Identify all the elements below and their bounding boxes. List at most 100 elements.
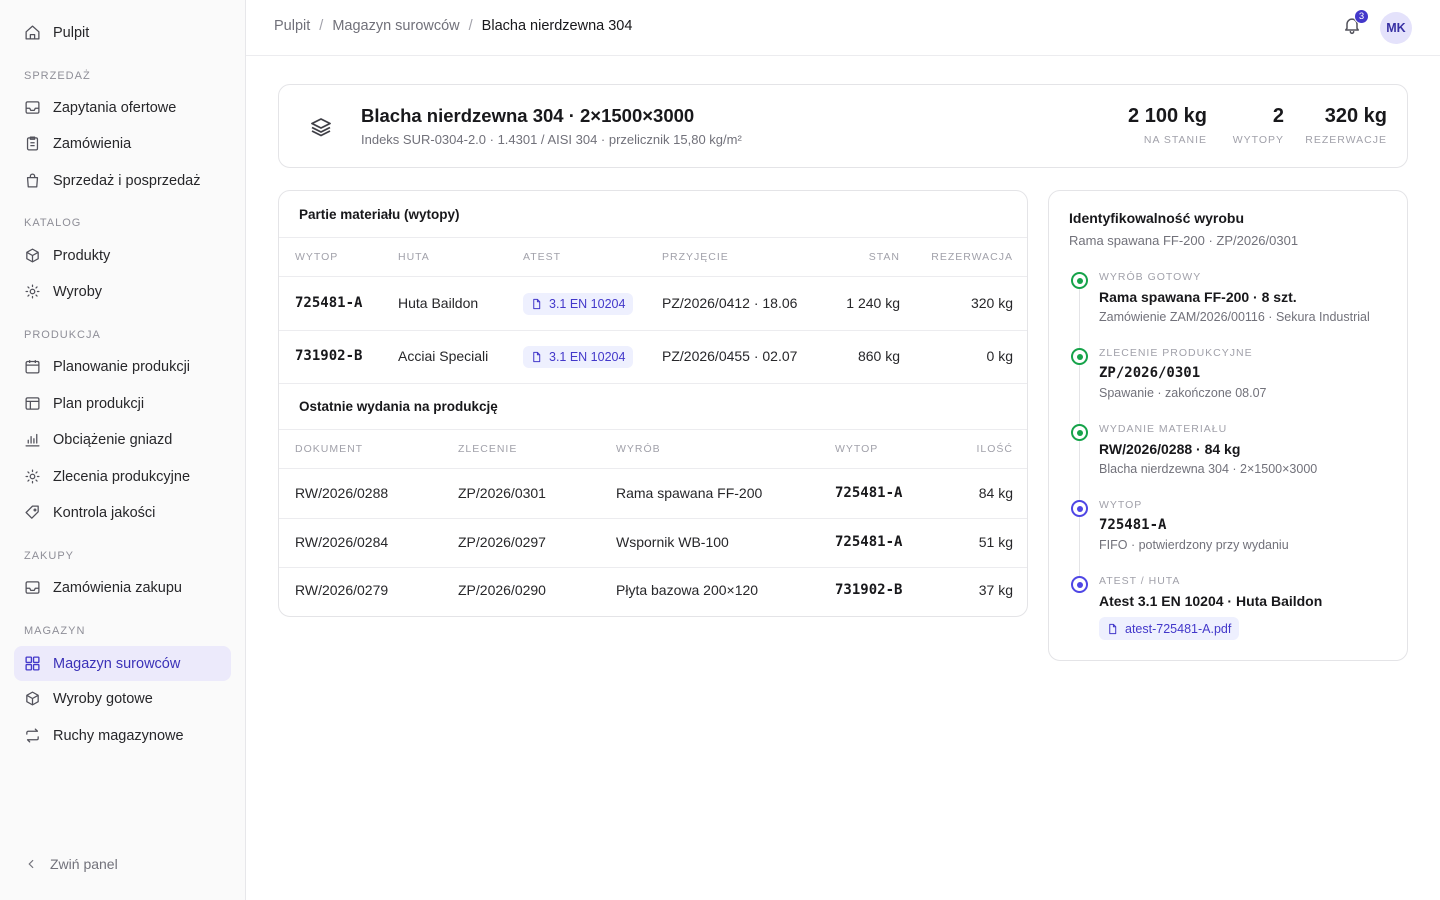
notifications-button[interactable]: 3 (1342, 9, 1369, 37)
sidebar-item-label: Wyroby (53, 283, 103, 300)
issue-qty: 51 kg (978, 534, 1013, 550)
issue-qty: 84 kg (978, 485, 1013, 501)
sidebar-item-label: Wyroby gotowe (53, 690, 153, 707)
collapse-panel-label: Zwiń panel (50, 856, 118, 872)
batches-title: Partie materiału (wytopy) (299, 207, 460, 222)
sidebar-item-orders[interactable]: Zamówienia (14, 126, 231, 161)
stock-qty: 860 kg (857, 348, 900, 364)
issues-table-header: DOKUMENT ZLECENIE WYRÓB WYTOP ILOŚĆ (279, 429, 1027, 469)
sidebar-item-products[interactable]: Produkty (14, 238, 231, 273)
timeline-dot-current (1071, 576, 1088, 593)
certificate-chip[interactable]: 3.1 EN 10204 (523, 346, 634, 368)
table-row[interactable]: RW/2026/0279 ZP/2026/0290 Płyta bazowa 2… (279, 568, 1027, 616)
table-row[interactable]: 725481-A Huta Baildon 3.1 EN 10204 PZ/20… (279, 278, 1027, 331)
timeline-step-value: Rama spawana FF-200 · 8 szt. (1099, 289, 1297, 305)
sidebar-item-purchase-orders[interactable]: Zamówienia zakupu (14, 570, 231, 605)
sidebar-section-purchase: ZAKUPY (24, 550, 75, 562)
sidebar-item-goods[interactable]: Wyroby (14, 274, 231, 309)
sidebar-item-label: Zamówienia (53, 135, 132, 152)
sidebar-item-label: Sprzedaż i posprzedaż (53, 172, 201, 189)
sidebar-item-label: Ruchy magazynowe (53, 727, 184, 744)
file-icon (531, 351, 542, 363)
column-header-document: DOKUMENT (295, 443, 364, 455)
stat-value: 320 kg (1324, 105, 1387, 127)
column-header-mill: HUTA (398, 251, 430, 263)
stat-label: REZERWACJE (1305, 134, 1387, 146)
traceability-subtitle: Rama spawana FF-200 · ZP/2026/0301 (1069, 233, 1299, 248)
collapse-panel-button[interactable]: Zwiń panel (24, 853, 118, 875)
sidebar-item-inquiries[interactable]: Zapytania ofertowe (14, 90, 231, 125)
sidebar-item-production-plan[interactable]: Plan produkcji (14, 386, 231, 421)
column-header-stock: STAN (868, 251, 900, 263)
batches-table-header: WYTOP HUTA ATEST PRZYJĘCIE STAN REZERWAC… (279, 237, 1027, 277)
sidebar-item-workcenter-load[interactable]: Obciążenie gniazd (14, 422, 231, 457)
grid-icon (24, 655, 41, 672)
breadcrumb-separator: / (319, 18, 324, 34)
timeline-step-value: 725481-A (1099, 517, 1167, 533)
sidebar-item-label: Zamówienia zakupu (53, 579, 182, 596)
certificate-file-link[interactable]: atest-725481-A.pdf (1099, 617, 1240, 640)
sidebar-item-label: Planowanie produkcji (53, 358, 191, 375)
breadcrumb-item-dashboard[interactable]: Pulpit (274, 18, 310, 34)
traceability-title: Identyfikowalność wyrobu (1069, 210, 1245, 226)
issue-qty: 37 kg (978, 582, 1013, 598)
production-order: ZP/2026/0301 (458, 485, 546, 501)
breadcrumb-item-raw-materials[interactable]: Magazyn surowców (332, 18, 459, 34)
sidebar-item-label: Pulpit (53, 24, 90, 41)
timeline-dot-done (1071, 348, 1088, 365)
sidebar-item-production-planning[interactable]: Planowanie produkcji (14, 349, 231, 384)
sidebar-section-warehouse: MAGAZYN (24, 625, 86, 637)
stat-value: 2 (1272, 105, 1284, 127)
table-row[interactable]: RW/2026/0284 ZP/2026/0297 Wspornik WB-10… (279, 519, 1027, 568)
sidebar: Pulpit SPRZEDAŻ Zapytania ofertowe Zamów… (0, 0, 246, 900)
certificate-chip[interactable]: 3.1 EN 10204 (523, 293, 634, 315)
cube-icon (24, 247, 41, 264)
timeline-step-detail: Zamówienie ZAM/2026/00116 · Sekura Indus… (1099, 310, 1370, 324)
heat-number: 731902-B (295, 348, 363, 364)
sidebar-item-quality-control[interactable]: Kontrola jakości (14, 495, 231, 530)
sidebar-section-sales: SPRZEDAŻ (24, 70, 91, 82)
sidebar-item-finished-goods[interactable]: Wyroby gotowe (14, 681, 231, 716)
table-row[interactable]: 731902-B Acciai Speciali 3.1 EN 10204 PZ… (279, 331, 1027, 384)
notification-count-badge: 3 (1354, 9, 1369, 24)
sidebar-item-label: Plan produkcji (53, 395, 145, 412)
breadcrumb-separator: / (468, 18, 473, 34)
timeline-step-kind: WYTOP (1099, 499, 1143, 511)
timeline-step-kind: WYDANIE MATERIAŁU (1099, 423, 1228, 435)
certificate-label: 3.1 EN 10204 (549, 297, 626, 311)
stock-qty: 1 240 kg (846, 295, 900, 311)
tag-icon (24, 504, 41, 521)
timeline-step-kind: WYRÓB GOTOWY (1099, 271, 1202, 283)
timeline-step-value: Atest 3.1 EN 10204 · Huta Baildon (1099, 593, 1323, 609)
certificate-file-name: atest-725481-A.pdf (1125, 621, 1232, 636)
timeline-dot-current (1071, 500, 1088, 517)
reserved-qty: 0 kg (986, 348, 1013, 364)
cog-icon (24, 468, 41, 485)
traceability-card: Identyfikowalność wyrobu Rama spawana FF… (1048, 190, 1408, 661)
topbar: Pulpit / Magazyn surowców / Blacha nierd… (246, 0, 1440, 56)
calendar-icon (24, 358, 41, 375)
heat-number: 731902-B (835, 582, 903, 598)
material-batches-card: Partie materiału (wytopy) WYTOP HUTA ATE… (278, 190, 1028, 617)
table-row[interactable]: RW/2026/0288 ZP/2026/0301 Rama spawana F… (279, 470, 1027, 519)
file-icon (1107, 623, 1118, 635)
repeat-icon (24, 727, 41, 744)
user-avatar[interactable]: MK (1380, 12, 1412, 44)
sidebar-item-dashboard[interactable]: Pulpit (14, 15, 231, 50)
chevron-left-icon (24, 857, 38, 871)
mill-name: Huta Baildon (398, 295, 479, 311)
timeline-step-detail: FIFO · potwierdzony przy wydaniu (1099, 538, 1289, 552)
breadcrumb: Pulpit / Magazyn surowców / Blacha nierd… (274, 18, 632, 34)
file-icon (531, 298, 542, 310)
sidebar-item-raw-materials[interactable]: Magazyn surowców (14, 646, 231, 681)
sidebar-item-stock-movements[interactable]: Ruchy magazynowe (14, 718, 231, 753)
stat-stock: 2 100 kg NA STANIE (1128, 105, 1207, 146)
issue-doc: RW/2026/0284 (295, 534, 389, 550)
sidebar-item-sales-aftersales[interactable]: Sprzedaż i posprzedaż (14, 163, 231, 198)
shopping-bag-icon (24, 172, 41, 189)
breadcrumb-item-current: Blacha nierdzewna 304 (481, 18, 633, 34)
timeline-step-value: RW/2026/0288 · 84 kg (1099, 441, 1241, 457)
sidebar-item-label: Magazyn surowców (53, 655, 181, 672)
sidebar-item-production-orders[interactable]: Zlecenia produkcyjne (14, 459, 231, 494)
receipt-doc: PZ/2026/0455 · 02.07 (662, 348, 798, 364)
